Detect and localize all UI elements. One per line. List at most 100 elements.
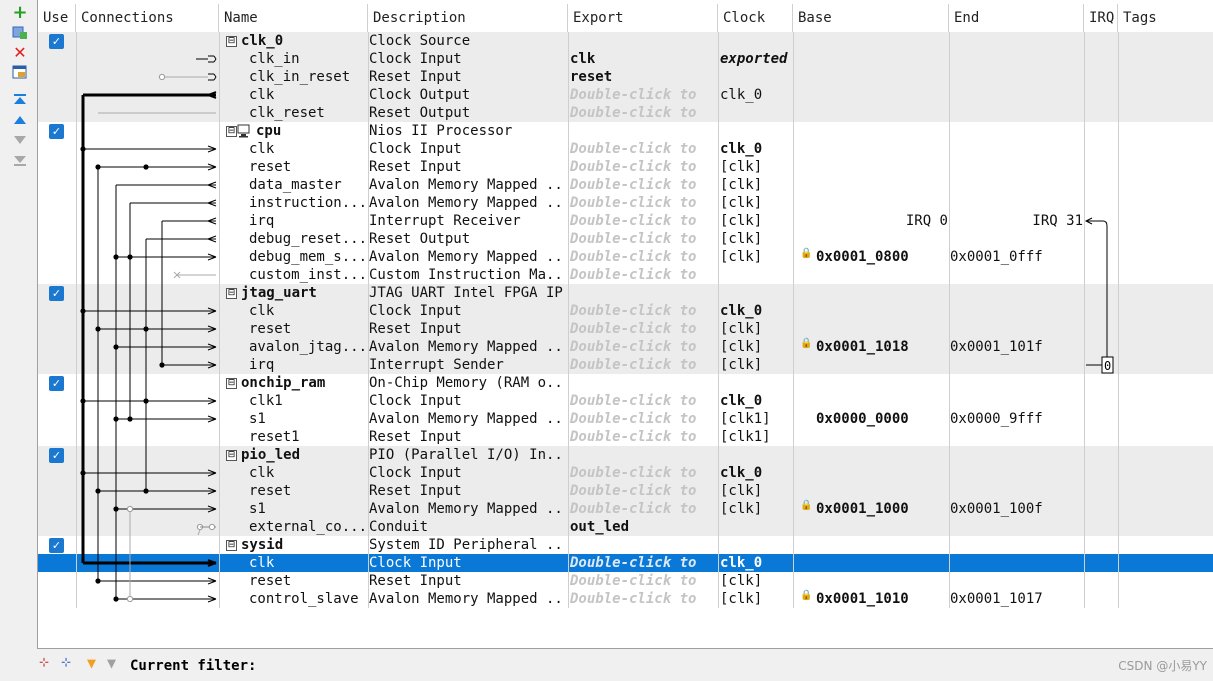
column-header-name[interactable]: Name xyxy=(219,4,368,32)
collapse-toggle-icon[interactable]: ⊟ xyxy=(226,450,237,461)
interface-name: debug_mem_s... xyxy=(249,249,366,265)
wire-filter2-icon[interactable]: ⊹ xyxy=(61,655,71,669)
column-header-base[interactable]: Base xyxy=(793,4,949,32)
description: Reset Input xyxy=(369,69,462,85)
export-field: Double-click to xyxy=(570,357,697,373)
use-checkbox[interactable]: ✓ xyxy=(49,286,64,301)
lock-icon[interactable]: 🔒 xyxy=(800,248,812,259)
clear-filter-icon[interactable]: ▼ xyxy=(107,654,116,672)
column-header-use[interactable]: Use xyxy=(38,4,76,32)
collapse-toggle-icon[interactable]: ⊟ xyxy=(226,126,237,137)
interface-name: debug_reset... xyxy=(249,231,366,247)
base-address: 0x0000_0000 xyxy=(816,411,909,427)
interface-name: reset1 xyxy=(249,429,300,445)
add-icon[interactable]: + xyxy=(10,2,30,23)
base-address: 0x0001_0800 xyxy=(816,249,909,265)
export-field: reset xyxy=(570,69,613,85)
use-checkbox[interactable]: ✓ xyxy=(49,448,64,463)
clock-field: [clk] xyxy=(720,213,763,229)
export-field: Double-click to xyxy=(570,249,697,265)
collapse-toggle-icon[interactable]: ⊟ xyxy=(226,36,237,47)
move-bottom-icon[interactable] xyxy=(10,152,30,168)
end-address: 0x0001_100f xyxy=(950,501,1043,517)
lock-icon[interactable]: 🔒 xyxy=(800,500,812,511)
use-checkbox[interactable]: ✓ xyxy=(49,538,64,553)
export-field: Double-click to xyxy=(570,195,697,211)
column-header-end[interactable]: End xyxy=(949,4,1084,32)
description: Reset Output xyxy=(369,105,471,121)
remove-icon[interactable]: ✕ xyxy=(10,43,30,62)
connections-diagram[interactable] xyxy=(76,32,219,608)
wire-filter-icon[interactable]: ⊹ xyxy=(39,655,49,669)
clock-field: [clk1] xyxy=(720,429,771,445)
end-address: IRQ 31 xyxy=(1032,213,1083,229)
edit-icon[interactable] xyxy=(10,64,30,80)
move-top-icon[interactable] xyxy=(10,92,30,108)
clock-field: [clk] xyxy=(720,483,763,499)
description: PIO (Parallel I/O) In... xyxy=(369,447,565,463)
interface-name: external_co... xyxy=(249,519,366,535)
base-address: IRQ 0 xyxy=(905,213,948,229)
description: Clock Input xyxy=(369,465,462,481)
export-field: Double-click to xyxy=(570,231,697,247)
export-field: Double-click to xyxy=(570,591,697,607)
processor-icon xyxy=(237,122,250,140)
move-up-icon[interactable] xyxy=(10,112,30,128)
clock-field: [clk] xyxy=(720,339,763,355)
use-checkbox[interactable]: ✓ xyxy=(49,376,64,391)
collapse-toggle-icon[interactable]: ⊟ xyxy=(226,540,237,551)
column-header-irq[interactable]: IRQ xyxy=(1084,4,1118,32)
export-field: Double-click to xyxy=(570,501,697,517)
clock-field: clk_0 xyxy=(720,555,763,571)
description: Avalon Memory Mapped ... xyxy=(369,177,565,193)
description: Reset Input xyxy=(369,483,462,499)
description: JTAG UART Intel FPGA IP xyxy=(369,285,563,301)
clock-field: clk_0 xyxy=(720,303,763,319)
watermark: CSDN @小易YY xyxy=(1118,659,1207,673)
collapse-toggle-icon[interactable]: ⊟ xyxy=(226,288,237,299)
column-header-tags[interactable]: Tags xyxy=(1118,4,1213,32)
move-down-icon[interactable] xyxy=(10,132,30,148)
interface-name: data_master xyxy=(249,177,342,193)
description: System ID Peripheral ... xyxy=(369,537,565,553)
collapse-toggle-icon[interactable]: ⊟ xyxy=(226,378,237,389)
column-divider xyxy=(949,32,950,608)
export-field: Double-click to xyxy=(570,573,697,589)
column-divider xyxy=(368,32,369,608)
lock-icon[interactable]: 🔒 xyxy=(800,338,812,349)
lock-icon[interactable]: 🔒 xyxy=(800,590,812,601)
interface-name: reset xyxy=(249,159,292,175)
use-checkbox[interactable]: ✓ xyxy=(49,34,64,49)
left-toolbar: + ✕ xyxy=(0,0,37,681)
export-field: Double-click to xyxy=(570,393,697,409)
clock-field: [clk] xyxy=(720,177,763,193)
interface-name: reset xyxy=(249,321,292,337)
clock-field: [clk] xyxy=(720,231,763,247)
filter-icon[interactable]: ▼ xyxy=(87,654,96,672)
export-field: Double-click to xyxy=(570,411,697,427)
column-divider xyxy=(568,32,569,608)
interface-name: irq xyxy=(249,213,275,229)
component-name: jtag_uart xyxy=(241,285,317,301)
column-header-connections[interactable]: Connections xyxy=(76,4,219,32)
column-divider xyxy=(793,32,794,608)
export-field: Double-click to xyxy=(570,213,697,229)
interface-name: irq xyxy=(249,357,275,373)
clock-field: clk_0 xyxy=(720,87,763,103)
clock-field: [clk1] xyxy=(720,411,771,427)
column-header-export[interactable]: Export xyxy=(568,4,718,32)
use-checkbox[interactable]: ✓ xyxy=(49,124,64,139)
description: Avalon Memory Mapped ... xyxy=(369,501,565,517)
column-divider xyxy=(1084,32,1085,608)
clock-field: [clk] xyxy=(720,321,763,337)
interface-name: clk_in_reset xyxy=(249,69,351,85)
description: Interrupt Receiver xyxy=(369,213,521,229)
description: Clock Output xyxy=(369,87,471,103)
description: Avalon Memory Mapped ... xyxy=(369,591,565,607)
description: Conduit xyxy=(369,519,429,535)
base-address: 0x0001_1000 xyxy=(816,501,909,517)
column-header-description[interactable]: Description xyxy=(368,4,568,32)
add-component-icon[interactable] xyxy=(10,24,30,40)
column-header-clock[interactable]: Clock xyxy=(718,4,793,32)
description: Avalon Memory Mapped ... xyxy=(369,249,565,265)
